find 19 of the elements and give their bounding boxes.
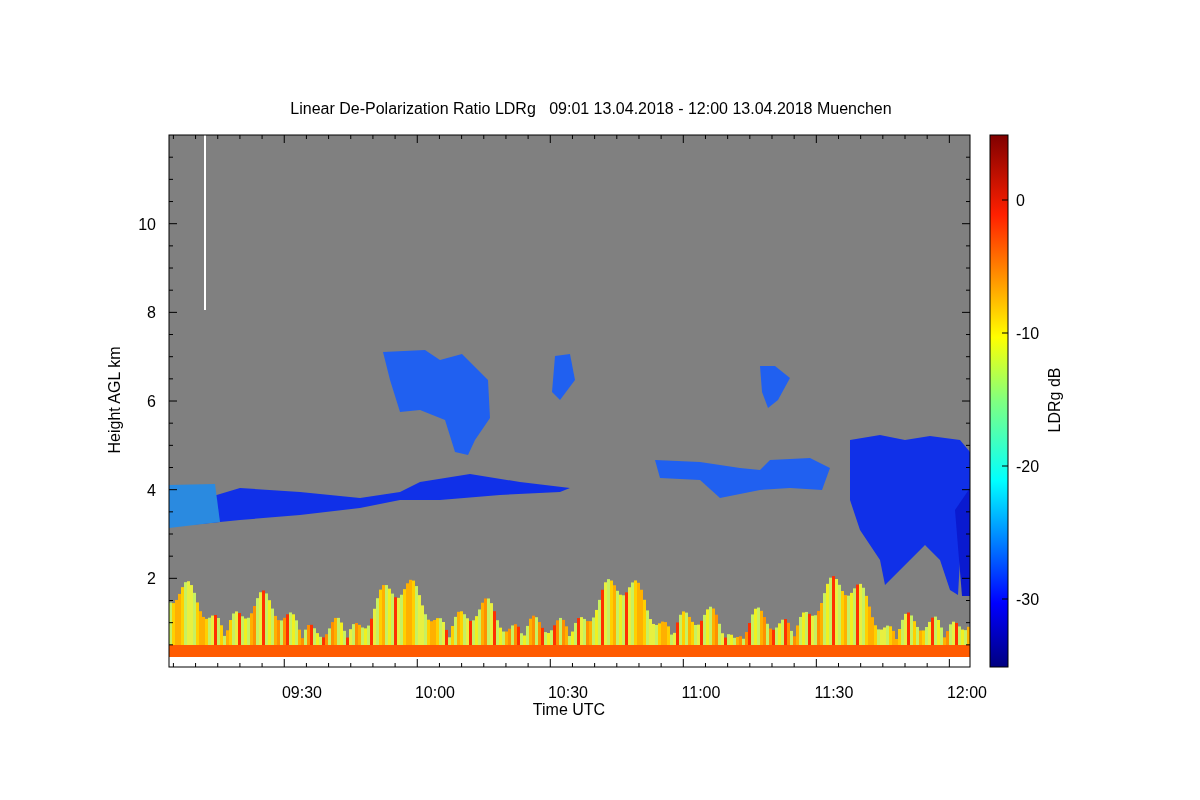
x-tick-label: 11:30 [814, 684, 854, 701]
x-tick-label: 12:00 [947, 684, 987, 701]
y-tick-label: 6 [147, 393, 156, 410]
x-axis-label: Time UTC [532, 701, 606, 718]
colorbar-tick-label: -20 [1016, 458, 1040, 475]
y-tick-label: 4 [147, 481, 156, 499]
y-tick-label: 10 [138, 215, 156, 233]
y-axis-label: Height AGL km [106, 346, 123, 454]
y-tick-label: 8 [147, 304, 156, 322]
x-tick-label: 11:00 [681, 684, 721, 701]
x-tick-label: 10:00 [415, 684, 455, 701]
colorbar-tick-label: -30 [1016, 591, 1040, 608]
colorbar-tick-label: 0 [1016, 192, 1025, 209]
colorbar-tick-label: -10 [1016, 325, 1040, 342]
y-tick-label: 2 [147, 570, 156, 588]
chart-title: Linear De-Polarization Ratio LDRg 09:01 13.04.2018 - 12:00 13.04.2018 Muenchen [290, 100, 892, 117]
x-tick-label: 09:30 [282, 684, 322, 701]
x-tick-label: 10:30 [548, 684, 588, 701]
colorbar-label: LDRg dB [1046, 367, 1063, 433]
